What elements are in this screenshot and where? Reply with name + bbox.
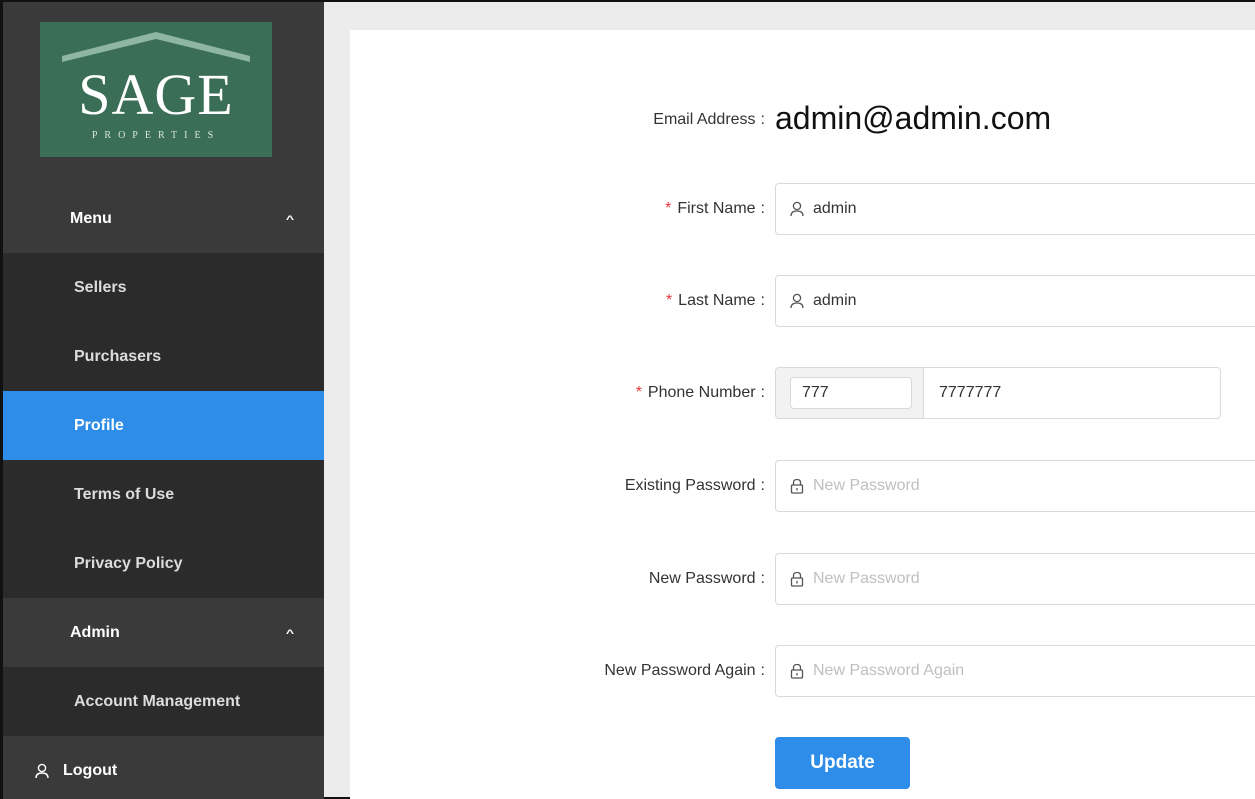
sage-properties-logo[interactable]: SAGE PROPERTIES	[40, 22, 272, 157]
sidebar-item-label: Terms of Use	[74, 485, 175, 503]
lock-icon	[790, 478, 804, 494]
email-label: Email Address:	[653, 111, 765, 128]
new-password-again-label: New Password Again:	[604, 662, 765, 679]
logout-label: Logout	[63, 761, 118, 779]
sidebar: SAGE PROPERTIES Menu ^ Sellers Purchaser…	[3, 2, 324, 799]
lock-icon	[790, 571, 804, 587]
phone-code-input[interactable]: 777	[790, 377, 912, 409]
logo-tagline: PROPERTIES	[91, 130, 221, 141]
sidebar-item-sellers[interactable]: Sellers	[3, 253, 324, 322]
first-name-label: * First Name:	[665, 200, 765, 217]
phone-row: * Phone Number: 777 7777777	[350, 367, 1255, 419]
chevron-up-icon: ^	[285, 212, 294, 225]
sidebar-item-label: Account Management	[74, 692, 241, 710]
first-name-row: * First Name: admin	[350, 183, 1255, 235]
required-marker: *	[635, 384, 642, 401]
new-password-again-input[interactable]: New Password Again	[775, 645, 1255, 697]
update-button[interactable]: Update	[775, 737, 910, 789]
sidebar-item-privacy-policy[interactable]: Privacy Policy	[3, 529, 324, 598]
existing-password-input[interactable]: New Password	[775, 460, 1255, 512]
email-value: admin@admin.com	[775, 100, 1052, 136]
last-name-row: * Last Name: admin	[350, 275, 1255, 327]
new-password-again-placeholder: New Password Again	[813, 662, 965, 679]
phone-code-addon: 777	[776, 368, 924, 418]
sidebar-item-label: Privacy Policy	[74, 554, 183, 572]
email-row: Email Address: admin@admin.com	[350, 100, 1255, 140]
new-password-label: New Password:	[648, 570, 765, 587]
new-password-row: New Password: New Password	[350, 553, 1255, 605]
first-name-value: admin	[813, 200, 857, 217]
phone-number-input[interactable]: 7777777	[939, 368, 1001, 418]
chevron-up-icon: ^	[285, 626, 294, 639]
phone-label: * Phone Number:	[635, 384, 765, 401]
sidebar-item-terms-of-use[interactable]: Terms of Use	[3, 460, 324, 529]
profile-form-panel: Email Address: admin@admin.com * First Na…	[350, 30, 1255, 799]
last-name-label: * Last Name:	[665, 292, 765, 309]
user-icon	[790, 293, 804, 309]
sidebar-item-label: Purchasers	[74, 347, 162, 365]
existing-password-placeholder: New Password	[813, 477, 920, 494]
new-password-input[interactable]: New Password	[775, 553, 1255, 605]
last-name-value: admin	[813, 292, 857, 309]
last-name-input[interactable]: admin	[775, 275, 1255, 327]
sidebar-item-label: Profile	[74, 416, 124, 434]
sidebar-item-label: Sellers	[74, 278, 127, 296]
sidebar-item-profile[interactable]: Profile	[3, 391, 324, 460]
logo-name: SAGE	[78, 62, 234, 127]
existing-password-label: Existing Password:	[624, 477, 765, 494]
admin-group-toggle[interactable]: Admin ^	[3, 598, 324, 667]
menu-group-toggle[interactable]: Menu ^	[3, 184, 324, 253]
admin-group-label: Admin	[70, 623, 120, 641]
menu-group-label: Menu	[70, 209, 112, 227]
logout-button[interactable]: Logout	[3, 736, 324, 799]
user-icon	[790, 201, 804, 217]
phone-input-group: 777 7777777	[775, 367, 1221, 419]
new-password-placeholder: New Password	[813, 570, 920, 587]
sidebar-item-account-management[interactable]: Account Management	[3, 667, 324, 736]
required-marker: *	[665, 200, 672, 217]
logo-area: SAGE PROPERTIES	[3, 2, 324, 184]
lock-icon	[790, 663, 804, 679]
sidebar-item-purchasers[interactable]: Purchasers	[3, 322, 324, 391]
first-name-input[interactable]: admin	[775, 183, 1255, 235]
required-marker: *	[665, 292, 673, 309]
user-icon	[35, 763, 49, 779]
existing-password-row: Existing Password: New Password	[350, 460, 1255, 512]
new-password-again-row: New Password Again: New Password Again	[350, 645, 1255, 697]
